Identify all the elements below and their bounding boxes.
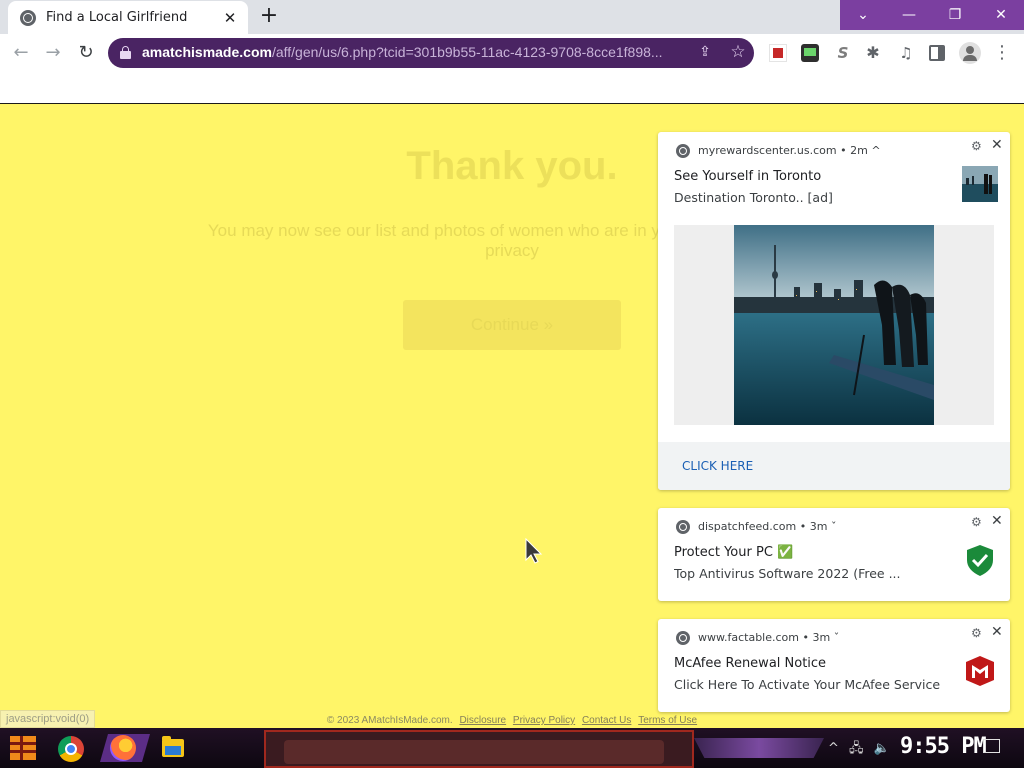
system-tray: ^ 🖧 🔈 — [828, 739, 896, 761]
close-notification-icon[interactable]: ✕ — [991, 137, 1003, 153]
notification-toronto[interactable]: myrewardscenter.us.com • 2m ^ ⚙ ✕ See Yo… — [658, 132, 1010, 490]
reload-button[interactable]: ↻ — [75, 42, 97, 64]
click-here-button[interactable]: CLICK HERE — [682, 459, 753, 473]
footer-link-privacy[interactable]: Privacy Policy — [513, 715, 575, 726]
footer-link-disclosure[interactable]: Disclosure — [459, 715, 506, 726]
green-extension-icon[interactable] — [801, 44, 819, 62]
url-path: /aff/gen/us/6.php?tcid=301b9b55-11ac-412… — [271, 44, 663, 60]
share-icon[interactable]: ⇪ — [696, 44, 714, 62]
status-bar-url: javascript:void(0) — [0, 710, 96, 728]
address-bar[interactable]: amatchismade.com/aff/gen/us/6.php?tcid=3… — [108, 38, 754, 68]
notification-body: Destination Toronto.. [ad] — [674, 190, 833, 205]
toronto-paddleboard-image — [734, 225, 934, 425]
notification-title: See Yourself in Toronto — [674, 169, 822, 184]
page-footer: © 2023 AMatchIsMade.com. Disclosure Priv… — [0, 715, 1024, 726]
footer-link-contact[interactable]: Contact Us — [582, 715, 631, 726]
chrome-icon — [676, 144, 690, 158]
tray-chevron-icon[interactable]: ^ — [828, 741, 839, 756]
start-button-icon[interactable] — [8, 732, 38, 764]
close-tab-icon[interactable]: ✕ — [222, 10, 238, 26]
footer-link-terms[interactable]: Terms of Use — [638, 715, 697, 726]
forward-button[interactable]: → — [42, 42, 64, 64]
red-extension-icon[interactable] — [769, 44, 787, 62]
browser-tab[interactable]: Find a Local Girlfriend ✕ — [8, 1, 248, 34]
settings-gear-icon[interactable]: ⚙ — [971, 139, 982, 153]
restore-button[interactable]: ❐ — [932, 0, 978, 30]
notification-body: Top Antivirus Software 2022 (Free ... — [674, 566, 901, 581]
notification-body: Click Here To Activate Your McAfee Servi… — [674, 677, 941, 692]
minimize-button[interactable]: — — [886, 0, 932, 30]
notification-origin: dispatchfeed.com • 3m ˇ — [698, 520, 837, 533]
s-extension-icon[interactable]: S — [834, 44, 852, 62]
chrome-taskbar-icon[interactable] — [58, 736, 84, 762]
url-text[interactable]: amatchismade.com/aff/gen/us/6.php?tcid=3… — [142, 44, 698, 60]
continue-button[interactable]: Continue » — [403, 300, 621, 350]
taskbar-clock[interactable]: 9:55 PM — [900, 734, 987, 759]
mcafee-logo-icon — [966, 656, 994, 686]
notification-title: McAfee Renewal Notice — [674, 656, 827, 671]
browser-menu-icon[interactable]: ⋮ — [993, 44, 1011, 62]
browser-toolbar: ← → ↻ amatchismade.com/aff/gen/us/6.php?… — [0, 34, 1024, 72]
close-window-button[interactable]: ✕ — [978, 0, 1024, 30]
extensions-puzzle-icon[interactable]: ✱ — [864, 44, 882, 62]
close-notification-icon[interactable]: ✕ — [991, 624, 1003, 640]
side-panel-icon[interactable] — [929, 45, 945, 61]
taskbar: ^ 🖧 🔈 9:55 PM — [0, 728, 1024, 768]
taskbar-window-preview[interactable] — [264, 730, 694, 768]
notification-origin: www.factable.com • 3m ˇ — [698, 631, 840, 644]
notification-mcafee[interactable]: www.factable.com • 3m ˇ ⚙ ✕ McAfee Renew… — [658, 619, 1010, 712]
settings-gear-icon[interactable]: ⚙ — [971, 515, 982, 529]
lock-icon[interactable] — [120, 46, 131, 59]
notification-origin: myrewardscenter.us.com • 2m ^ — [698, 144, 881, 157]
globe-icon — [20, 9, 36, 26]
bookmark-star-icon[interactable]: ☆ — [728, 42, 748, 62]
notification-action-bar: CLICK HERE — [658, 442, 1010, 490]
profile-avatar-icon[interactable] — [959, 42, 981, 64]
tab-strip: Find a Local Girlfriend ✕ + ⌄ — ❐ ✕ — [0, 0, 1024, 34]
settings-gear-icon[interactable]: ⚙ — [971, 626, 982, 640]
notification-title: Protect Your PC ✅ — [674, 545, 794, 560]
bookmarks-bar — [0, 72, 1024, 103]
network-icon[interactable]: 🖧 — [849, 741, 864, 756]
back-button[interactable]: ← — [10, 42, 32, 64]
action-center-icon[interactable] — [983, 739, 1000, 753]
chrome-icon — [676, 631, 690, 645]
notification-image-frame — [674, 225, 994, 425]
url-host: amatchismade.com — [142, 44, 272, 60]
media-control-icon[interactable]: ♫ — [897, 44, 915, 62]
tab-search-button[interactable]: ⌄ — [840, 0, 886, 30]
volume-icon[interactable]: 🔈 — [874, 741, 890, 756]
footer-copyright: © 2023 AMatchIsMade.com. — [326, 715, 453, 726]
mouse-cursor-icon — [525, 538, 543, 564]
chrome-icon — [676, 520, 690, 534]
taskbar-decoration — [694, 738, 824, 758]
file-explorer-icon[interactable] — [162, 736, 184, 757]
toronto-thumbnail-image — [962, 166, 998, 202]
new-tab-button[interactable]: + — [258, 5, 280, 28]
notification-protect-pc[interactable]: dispatchfeed.com • 3m ˇ ⚙ ✕ Protect Your… — [658, 508, 1010, 601]
tab-title: Find a Local Girlfriend — [46, 10, 188, 25]
close-notification-icon[interactable]: ✕ — [991, 513, 1003, 529]
firefox-taskbar-icon[interactable] — [110, 735, 136, 761]
shield-check-icon — [967, 545, 993, 576]
